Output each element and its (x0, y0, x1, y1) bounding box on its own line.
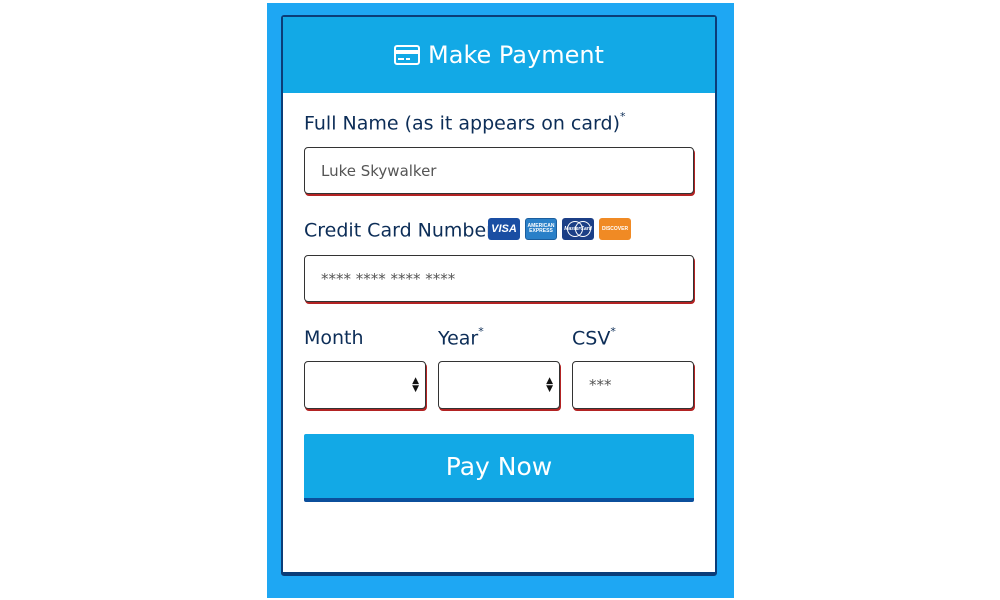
discover-logo: DISCOVER (599, 218, 631, 240)
csv-input[interactable]: *** (572, 361, 694, 409)
full-name-label: Full Name (as it appears on card)* (304, 110, 626, 135)
year-select[interactable]: ▲ ▼ (438, 361, 560, 409)
full-name-input[interactable]: Luke Skywalker (304, 147, 694, 194)
card-number-label: Credit Card Number* (304, 217, 500, 242)
mastercard-logo: MasterCard (562, 218, 594, 240)
page-title: Make Payment (428, 41, 604, 69)
amex-logo: AMERICAN EXPRESS (525, 218, 557, 240)
required-mark: * (619, 110, 626, 123)
month-select[interactable]: ▲ ▼ (304, 361, 426, 409)
csv-label: CSV* (572, 325, 616, 350)
card-number-input[interactable]: **** **** **** **** (304, 255, 694, 302)
pay-now-button[interactable]: Pay Now (304, 434, 694, 502)
visa-logo-text: VISA (491, 223, 517, 235)
select-arrows-icon: ▲ ▼ (412, 376, 419, 394)
pay-now-label: Pay Now (445, 451, 553, 481)
card-logos: VISA AMERICAN EXPRESS MasterCard DISCOVE… (488, 218, 631, 240)
full-name-label-text: Full Name (as it appears on card) (304, 112, 620, 135)
csv-placeholder: *** (589, 376, 612, 394)
year-label-text: Year (438, 327, 479, 350)
year-label: Year* (438, 325, 484, 350)
payment-header: Make Payment (283, 17, 715, 93)
discover-logo-text: DISCOVER (601, 226, 629, 232)
amex-logo-line2: EXPRESS (529, 228, 553, 234)
card-number-placeholder: **** **** **** **** (321, 269, 456, 288)
card-number-label-text: Credit Card Number (304, 219, 494, 242)
visa-logo: VISA (488, 218, 520, 240)
mastercard-logo-text: MasterCard (564, 226, 592, 232)
credit-card-icon (394, 45, 421, 65)
month-label-text: Month (304, 327, 364, 349)
required-mark: * (610, 325, 616, 338)
full-name-placeholder: Luke Skywalker (321, 161, 437, 180)
required-mark: * (478, 325, 484, 338)
month-label: Month (304, 327, 364, 349)
csv-label-text: CSV (572, 327, 611, 350)
select-arrows-icon: ▲ ▼ (546, 376, 553, 394)
